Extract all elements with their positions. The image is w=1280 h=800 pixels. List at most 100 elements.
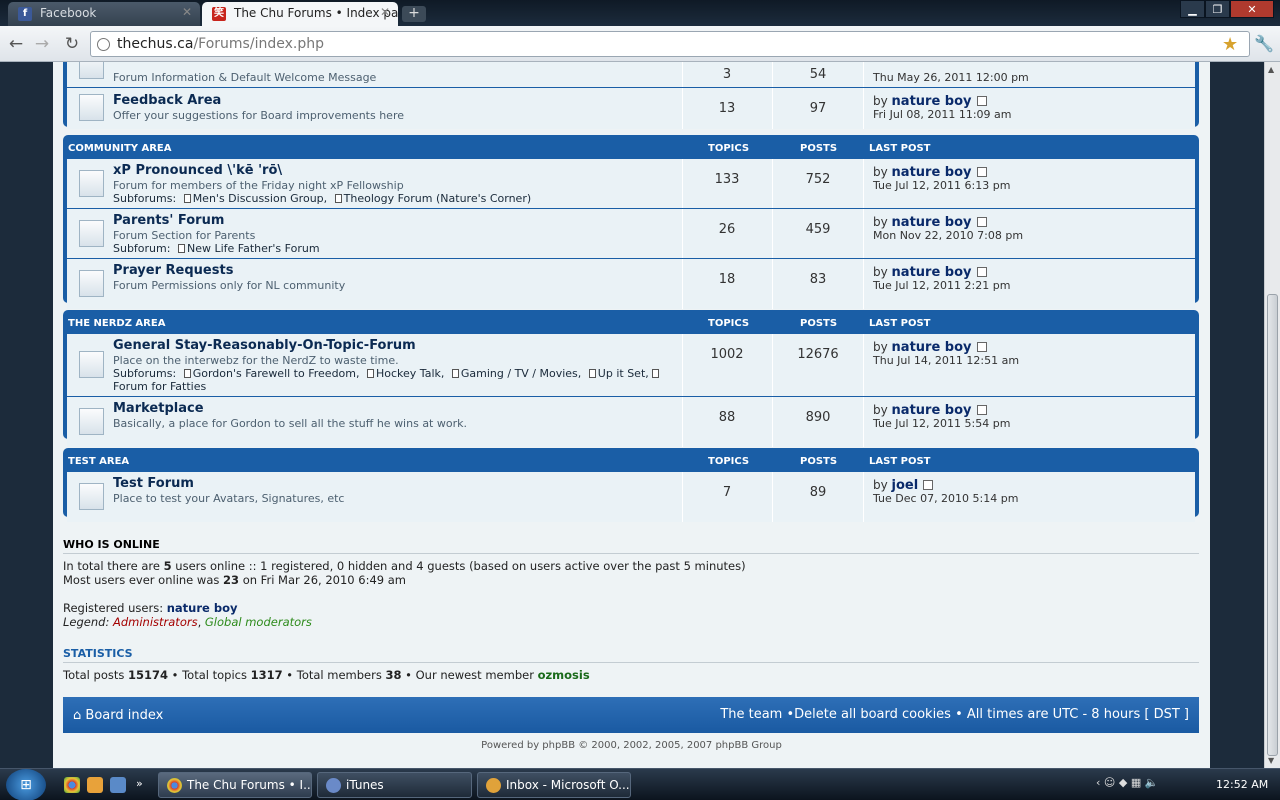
desktop-quicklaunch-icon[interactable]: [110, 777, 126, 793]
post-count: 890: [805, 410, 831, 425]
last-post-user-link[interactable]: nature boy: [892, 94, 972, 109]
forum-title-link[interactable]: Prayer Requests: [113, 263, 233, 278]
last-post-user-link[interactable]: nature boy: [892, 215, 972, 230]
forum-block-test: TEST AREA TOPICS POSTS LAST POST Test Fo…: [63, 448, 1199, 522]
subforum-link[interactable]: Up it Set,: [598, 367, 649, 380]
subforum-link[interactable]: Gordon's Farewell to Freedom,: [193, 367, 360, 380]
forum-title-link[interactable]: Marketplace: [113, 401, 204, 416]
forum-title-link[interactable]: Feedback Area: [113, 93, 221, 108]
address-bar[interactable]: thechus.ca/Forums/index.php: [90, 31, 1250, 57]
subforum-link[interactable]: Forum for Fatties: [113, 380, 206, 393]
new-tab-button[interactable]: +: [402, 6, 426, 22]
chrome-icon: [167, 778, 182, 793]
scroll-down-icon[interactable]: ▼: [1268, 756, 1274, 765]
forward-arrow-icon[interactable]: →: [30, 32, 54, 56]
scrollbar-thumb[interactable]: [1267, 294, 1278, 756]
volume-tray-icon[interactable]: 🔈: [1145, 776, 1159, 789]
last-post-user-link[interactable]: joel: [892, 478, 919, 493]
subforum-icon: [451, 369, 459, 378]
column-header-last-post: LAST POST: [869, 143, 931, 154]
taskbar-item-outlook[interactable]: Inbox - Microsoft O...: [477, 772, 631, 798]
forum-row: Marketplace Basically, a place for Gordo…: [67, 397, 1195, 447]
subforum-link[interactable]: New Life Father's Forum: [187, 242, 320, 255]
messenger-tray-icon[interactable]: ☺: [1104, 776, 1115, 789]
quicklaunch-overflow-icon[interactable]: »: [136, 777, 152, 793]
outlook-icon: [486, 778, 501, 793]
forum-title-link[interactable]: General Stay-Reasonably-On-Topic-Forum: [113, 338, 416, 353]
online-text: In total there are: [63, 559, 164, 573]
subforum-link[interactable]: Men's Discussion Group,: [193, 192, 327, 205]
goto-last-post-icon[interactable]: [976, 96, 987, 106]
column-header-topics: TOPICS: [708, 318, 750, 329]
subforum-link[interactable]: Theology Forum (Nature's Corner): [344, 192, 531, 205]
network-tray-icon[interactable]: ▦: [1131, 776, 1141, 789]
dropbox-tray-icon[interactable]: ◆: [1119, 776, 1127, 789]
by-label: by: [873, 340, 888, 354]
last-post-date: Tue Jul 12, 2011 5:54 pm: [873, 417, 1011, 430]
forum-title-link[interactable]: xP Pronounced \'kē 'rō\: [113, 163, 282, 178]
category-title-link[interactable]: TEST AREA: [68, 456, 129, 467]
forum-title-link[interactable]: Parents' Forum: [113, 213, 224, 228]
subforums-label: Subforums:: [113, 192, 177, 205]
start-button[interactable]: ⊞: [6, 769, 46, 800]
tab-chu-forums[interactable]: 笑 The Chu Forums • Index pa ✕: [202, 2, 398, 26]
topic-count: 7: [722, 485, 732, 500]
goto-last-post-icon[interactable]: [923, 480, 934, 490]
who-is-online: WHO IS ONLINE In total there are 5 users…: [63, 538, 1199, 629]
registered-user-link[interactable]: nature boy: [167, 601, 238, 615]
tray-expand-icon[interactable]: ‹: [1096, 776, 1100, 789]
goto-last-post-icon[interactable]: [976, 342, 987, 352]
column-header-posts: POSTS: [800, 456, 838, 467]
forum-title-link[interactable]: Test Forum: [113, 476, 194, 491]
chrome-quicklaunch-icon[interactable]: [64, 777, 80, 793]
category-title-link[interactable]: COMMUNITY AREA: [68, 143, 172, 154]
footer-links[interactable]: The team •Delete all board cookies • All…: [720, 707, 1189, 722]
wrench-menu-icon[interactable]: 🔧: [1254, 34, 1274, 53]
goto-last-post-icon[interactable]: [976, 405, 987, 415]
last-post-user-link[interactable]: nature boy: [892, 165, 972, 180]
vertical-scrollbar[interactable]: ▲ ▼: [1264, 62, 1280, 768]
category-title-link[interactable]: THE NERDZ AREA: [68, 318, 165, 329]
goto-last-post-icon[interactable]: [976, 267, 987, 277]
bookmark-star-icon[interactable]: ★: [1222, 34, 1238, 55]
last-post-user-link[interactable]: nature boy: [892, 340, 972, 355]
minimize-icon[interactable]: ▁: [1180, 0, 1205, 18]
forum-row: Forum Information & Default Welcome Mess…: [67, 62, 1195, 88]
stats-label: • Total topics: [168, 668, 251, 682]
column-header-last-post: LAST POST: [869, 456, 931, 467]
forum-page: Forum Information & Default Welcome Mess…: [53, 62, 1210, 768]
post-count: 54: [809, 67, 827, 82]
close-window-icon[interactable]: ✕: [1230, 0, 1274, 18]
subforums-label: Subforums:: [113, 367, 177, 380]
tab-close-icon[interactable]: ✕: [380, 5, 390, 19]
taskbar-item-chrome[interactable]: The Chu Forums • I...: [158, 772, 312, 798]
last-post-date: Mon Nov 22, 2010 7:08 pm: [873, 229, 1024, 242]
board-index-link[interactable]: ⌂ Board index: [73, 708, 163, 723]
last-post-date: Tue Dec 07, 2010 5:14 pm: [873, 492, 1019, 505]
reload-icon[interactable]: ↻: [60, 32, 84, 56]
tab-strip: f Facebook ✕ 笑 The Chu Forums • Index pa…: [0, 0, 1280, 26]
stats-label: Total posts: [63, 668, 128, 682]
clock[interactable]: 12:52 AM: [1216, 778, 1268, 791]
goto-last-post-icon[interactable]: [976, 167, 987, 177]
topic-count: 13: [718, 101, 736, 116]
last-post-user-link[interactable]: nature boy: [892, 403, 972, 418]
forum-description: Basically, a place for Gordon to sell al…: [113, 417, 467, 430]
forum-row: Prayer Requests Forum Permissions only f…: [67, 259, 1195, 309]
last-post-user-link[interactable]: nature boy: [892, 265, 972, 280]
back-arrow-icon[interactable]: ←: [4, 32, 28, 56]
tab-facebook[interactable]: f Facebook ✕: [8, 2, 200, 26]
tab-close-icon[interactable]: ✕: [182, 5, 192, 19]
maximize-icon[interactable]: ❐: [1205, 0, 1230, 18]
scroll-up-icon[interactable]: ▲: [1268, 65, 1274, 74]
messenger-quicklaunch-icon[interactable]: [87, 777, 103, 793]
newest-member-link[interactable]: ozmosis: [538, 668, 590, 682]
taskbar-item-itunes[interactable]: iTunes: [317, 772, 472, 798]
subforum-link[interactable]: Gaming / TV / Movies,: [461, 367, 581, 380]
legend-global-moderators-link[interactable]: Global moderators: [205, 615, 312, 629]
subforum-link[interactable]: Hockey Talk,: [376, 367, 444, 380]
online-heading-link[interactable]: WHO IS ONLINE: [63, 538, 1199, 554]
legend-administrators-link[interactable]: Administrators: [113, 615, 198, 629]
board-index-label: Board index: [85, 708, 164, 723]
goto-last-post-icon[interactable]: [976, 217, 987, 227]
